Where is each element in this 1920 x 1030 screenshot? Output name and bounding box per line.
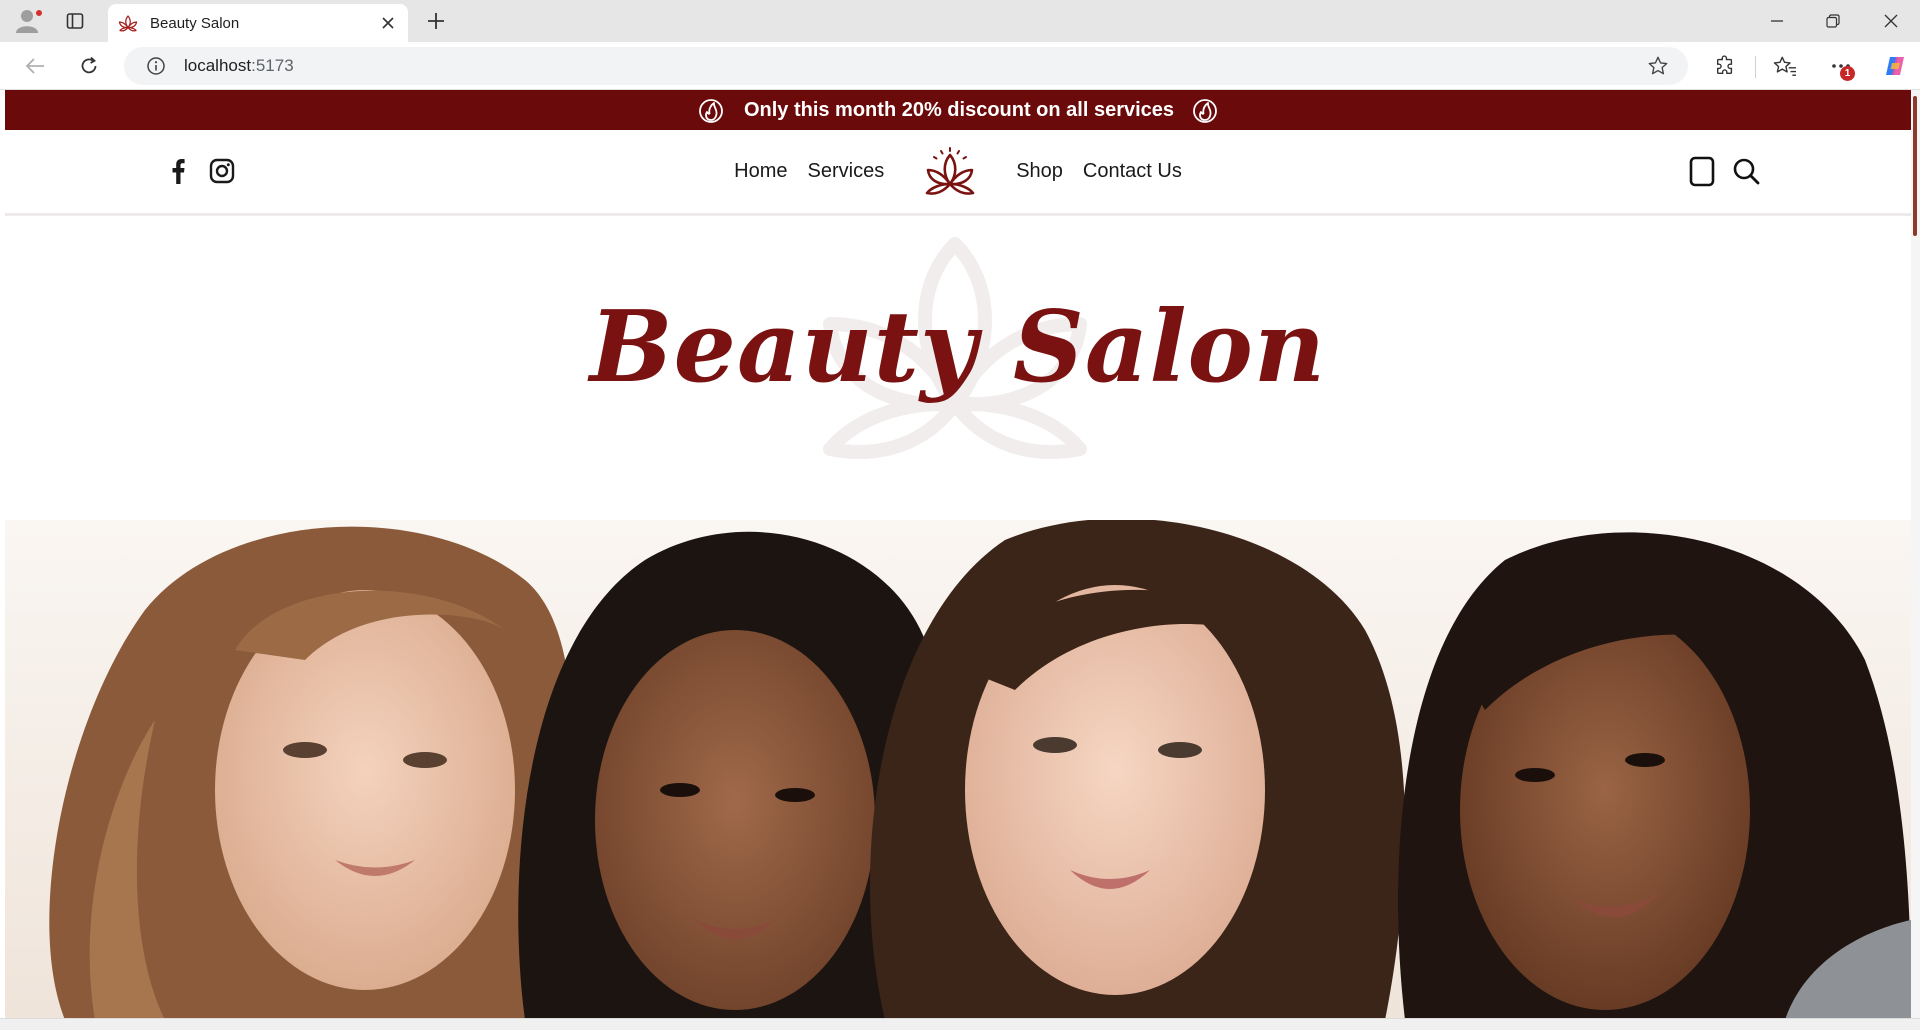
profile-alert-dot	[35, 9, 43, 17]
tab-actions-button[interactable]	[58, 6, 92, 36]
hero-title: Beauty Salon	[589, 289, 1327, 405]
window-bottom-edge	[0, 1018, 1920, 1030]
nav-services[interactable]: Services	[798, 156, 895, 187]
url-text: localhost:5173	[184, 56, 294, 76]
hero-portrait-illustration	[5, 520, 1911, 1018]
puzzle-icon	[1716, 55, 1733, 75]
fire-icon	[1190, 95, 1220, 125]
scrollbar-thumb[interactable]	[1913, 96, 1917, 236]
plus-icon	[428, 13, 444, 29]
active-tab[interactable]: Beauty Salon	[108, 4, 408, 42]
window-minimize-button[interactable]	[1762, 6, 1792, 36]
lotus-logo-icon[interactable]	[922, 145, 978, 199]
new-tab-button[interactable]	[420, 6, 452, 36]
window-restore-button[interactable]	[1818, 6, 1848, 36]
arrow-left-icon	[25, 58, 44, 74]
hero-image	[5, 520, 1911, 1018]
url-port: :5173	[251, 56, 294, 75]
address-toolbar: localhost:5173 1	[0, 42, 1920, 90]
page-viewport: Only this month 20% discount on all serv…	[5, 90, 1911, 1018]
reload-button[interactable]	[72, 50, 106, 82]
fire-icon	[696, 95, 726, 125]
toolbar-separator	[1755, 56, 1756, 78]
reload-icon	[81, 56, 97, 74]
favorites-icon	[1773, 56, 1796, 76]
bag-icon[interactable]	[1687, 154, 1717, 188]
back-button[interactable]	[18, 50, 52, 82]
browser-tab-strip: Beauty Salon	[0, 0, 1920, 42]
profile-button[interactable]	[10, 6, 44, 36]
promo-banner: Only this month 20% discount on all serv…	[5, 90, 1911, 130]
copilot-button[interactable]	[1878, 50, 1912, 82]
nav-contact[interactable]: Contact Us	[1073, 156, 1192, 187]
promo-text: Only this month 20% discount on all serv…	[743, 98, 1175, 121]
nav-home[interactable]: Home	[724, 156, 797, 187]
hero-title-section: Beauty Salon	[5, 216, 1911, 478]
header-actions	[1687, 154, 1761, 188]
minimize-icon	[1771, 20, 1783, 22]
tab-title: Beauty Salon	[150, 14, 240, 32]
lotus-favicon-icon	[118, 13, 138, 33]
copilot-icon	[1886, 57, 1904, 75]
url-host: localhost	[184, 56, 252, 75]
star-icon[interactable]	[1646, 54, 1670, 78]
extensions-button[interactable]	[1708, 50, 1742, 82]
site-info-icon[interactable]	[144, 54, 168, 78]
search-icon[interactable]	[1731, 154, 1761, 188]
main-navigation: Home Services Shop Contact Us	[5, 130, 1911, 213]
notification-badge: 1	[1840, 66, 1855, 81]
tab-actions-icon	[66, 13, 84, 29]
tab-close-icon[interactable]	[378, 13, 398, 33]
close-icon	[1884, 14, 1898, 28]
site-header: Home Services Shop Contact Us	[5, 130, 1911, 216]
nav-shop[interactable]: Shop	[1006, 156, 1073, 187]
restore-icon	[1826, 14, 1840, 28]
window-close-button[interactable]	[1876, 6, 1906, 36]
address-bar[interactable]: localhost:5173	[124, 47, 1688, 85]
favorites-button[interactable]	[1768, 50, 1802, 82]
